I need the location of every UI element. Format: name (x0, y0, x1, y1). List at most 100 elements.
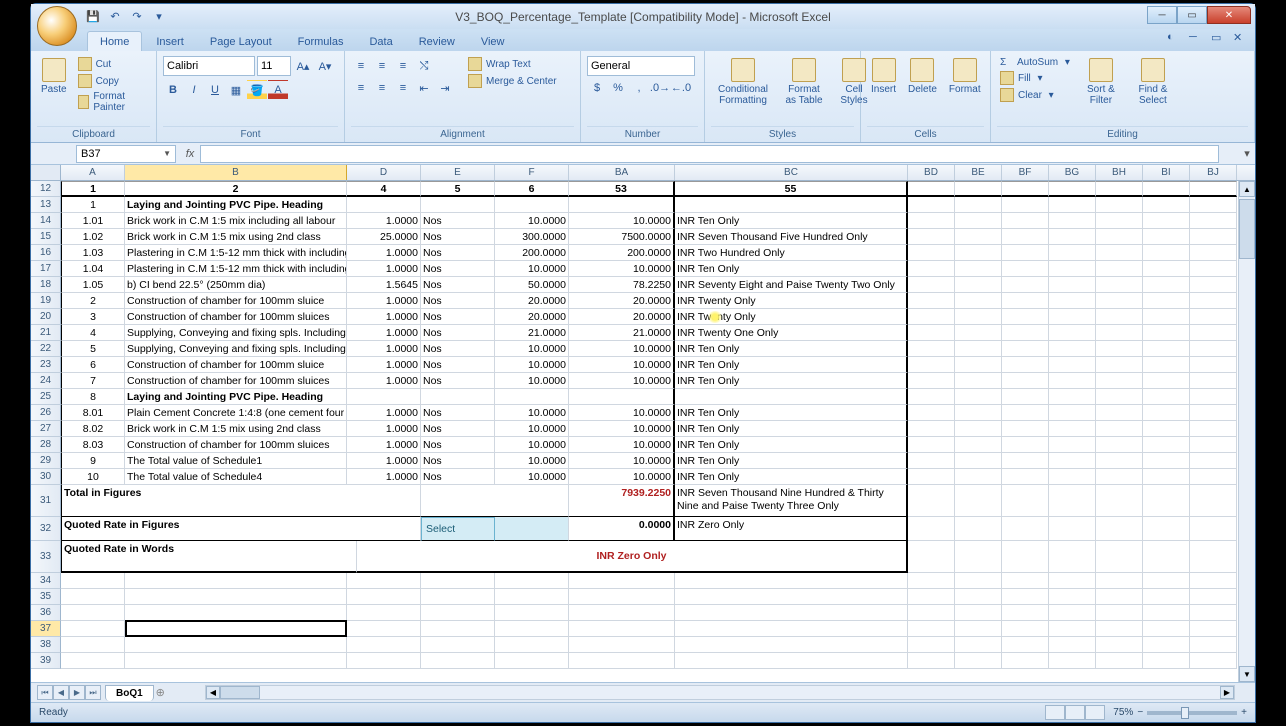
formula-expand-icon[interactable]: ▾ (1239, 147, 1255, 160)
tab-data[interactable]: Data (357, 32, 404, 51)
row-header[interactable]: 21 (31, 325, 61, 341)
cell[interactable] (955, 621, 1002, 637)
cell[interactable] (1096, 197, 1143, 213)
cell[interactable] (569, 389, 675, 405)
cell[interactable]: 10.0000 (495, 373, 569, 389)
cell[interactable] (955, 453, 1002, 469)
cell[interactable] (955, 517, 1002, 541)
cell[interactable] (955, 373, 1002, 389)
sheet-next-icon[interactable]: ▶ (69, 685, 85, 700)
cell[interactable] (1002, 405, 1049, 421)
sheet-first-icon[interactable]: ⏮ (37, 685, 53, 700)
cell[interactable] (955, 405, 1002, 421)
cell[interactable] (955, 605, 1002, 621)
paste-button[interactable]: Paste (37, 56, 71, 97)
cell[interactable] (955, 341, 1002, 357)
cell[interactable] (1049, 437, 1096, 453)
cell[interactable]: 1.0000 (347, 469, 421, 485)
sheet-tab-boq1[interactable]: BoQ1 (105, 685, 154, 701)
zoom-level[interactable]: 75% (1113, 707, 1133, 718)
cell[interactable] (1096, 357, 1143, 373)
cell[interactable]: 10.0000 (495, 405, 569, 421)
cell[interactable]: Nos (421, 293, 495, 309)
cell[interactable] (421, 653, 495, 669)
cell[interactable]: Construction of chamber for 100mm sluice (125, 293, 347, 309)
office-button[interactable] (37, 6, 77, 46)
cell[interactable] (421, 621, 495, 637)
cell[interactable]: INR Ten Only (675, 373, 908, 389)
cell[interactable] (908, 373, 955, 389)
cell[interactable]: Nos (421, 421, 495, 437)
row-header[interactable]: 36 (31, 605, 61, 621)
cell[interactable] (1143, 181, 1190, 197)
row-header[interactable]: 28 (31, 437, 61, 453)
cell[interactable] (955, 437, 1002, 453)
cell[interactable]: 200.0000 (495, 245, 569, 261)
cell[interactable] (347, 637, 421, 653)
cell[interactable]: 10.0000 (495, 341, 569, 357)
select-dropdown[interactable]: Select (421, 517, 495, 541)
cell[interactable] (955, 229, 1002, 245)
cell[interactable] (347, 573, 421, 589)
cell[interactable]: Nos (421, 325, 495, 341)
cell[interactable] (1049, 469, 1096, 485)
row-header[interactable]: 20 (31, 309, 61, 325)
cell[interactable] (1143, 261, 1190, 277)
cell[interactable] (1049, 261, 1096, 277)
cell[interactable]: Supplying, Conveying and fixing spls. In… (125, 325, 347, 341)
cell[interactable] (1143, 541, 1190, 573)
cell[interactable]: Nos (421, 373, 495, 389)
cell[interactable]: 10.0000 (495, 213, 569, 229)
row-header[interactable]: 34 (31, 573, 61, 589)
find-select-button[interactable]: Find & Select (1129, 56, 1177, 108)
cell[interactable] (955, 261, 1002, 277)
cell[interactable] (1049, 373, 1096, 389)
cell[interactable]: Laying and Jointing PVC Pipe. Heading (125, 389, 347, 405)
cell[interactable] (1096, 541, 1143, 573)
spreadsheet-grid[interactable]: ABDEFBABCBDBEBFBGBHBIBJ 12124565355131La… (31, 165, 1255, 682)
cell[interactable] (347, 653, 421, 669)
cell[interactable] (569, 605, 675, 621)
cell[interactable] (1049, 181, 1096, 197)
cell[interactable]: 4 (347, 181, 421, 197)
col-header-B[interactable]: B (125, 165, 347, 180)
cell[interactable] (1049, 341, 1096, 357)
cell[interactable] (1190, 541, 1237, 573)
cell[interactable] (1049, 589, 1096, 605)
tab-page-layout[interactable]: Page Layout (198, 32, 284, 51)
col-header-BD[interactable]: BD (908, 165, 955, 180)
scroll-down-icon[interactable]: ▼ (1239, 666, 1255, 682)
cell[interactable]: INR Ten Only (675, 357, 908, 373)
cell[interactable]: 1.01 (61, 213, 125, 229)
cell[interactable]: 20.0000 (495, 309, 569, 325)
cell[interactable] (1002, 261, 1049, 277)
row-header[interactable]: 26 (31, 405, 61, 421)
comma-icon[interactable]: , (629, 78, 649, 98)
cell[interactable]: Construction of chamber for 100mm sluice… (125, 309, 347, 325)
cell[interactable]: Nos (421, 277, 495, 293)
cell[interactable] (495, 653, 569, 669)
cell[interactable]: 1.0000 (347, 437, 421, 453)
col-header-BF[interactable]: BF (1002, 165, 1049, 180)
cell[interactable] (908, 453, 955, 469)
vscroll-thumb[interactable] (1239, 199, 1255, 259)
cell[interactable]: 10.0000 (569, 405, 675, 421)
cell[interactable] (125, 605, 347, 621)
cell[interactable] (125, 653, 347, 669)
row-header[interactable]: 38 (31, 637, 61, 653)
select-all-corner[interactable] (31, 165, 61, 180)
cell[interactable] (1190, 325, 1237, 341)
cell[interactable] (61, 589, 125, 605)
cell[interactable] (1002, 605, 1049, 621)
cell[interactable]: 1.05 (61, 277, 125, 293)
cell[interactable] (1096, 309, 1143, 325)
cell[interactable]: 9 (61, 453, 125, 469)
col-header-BA[interactable]: BA (569, 165, 675, 180)
cell[interactable] (1096, 589, 1143, 605)
cell[interactable]: 1.0000 (347, 341, 421, 357)
clear-button[interactable]: Clear ▾ (997, 87, 1073, 103)
cell[interactable]: The Total value of Schedule1 (125, 453, 347, 469)
cell[interactable] (495, 573, 569, 589)
cell[interactable]: Nos (421, 357, 495, 373)
cell[interactable]: 7500.0000 (569, 229, 675, 245)
